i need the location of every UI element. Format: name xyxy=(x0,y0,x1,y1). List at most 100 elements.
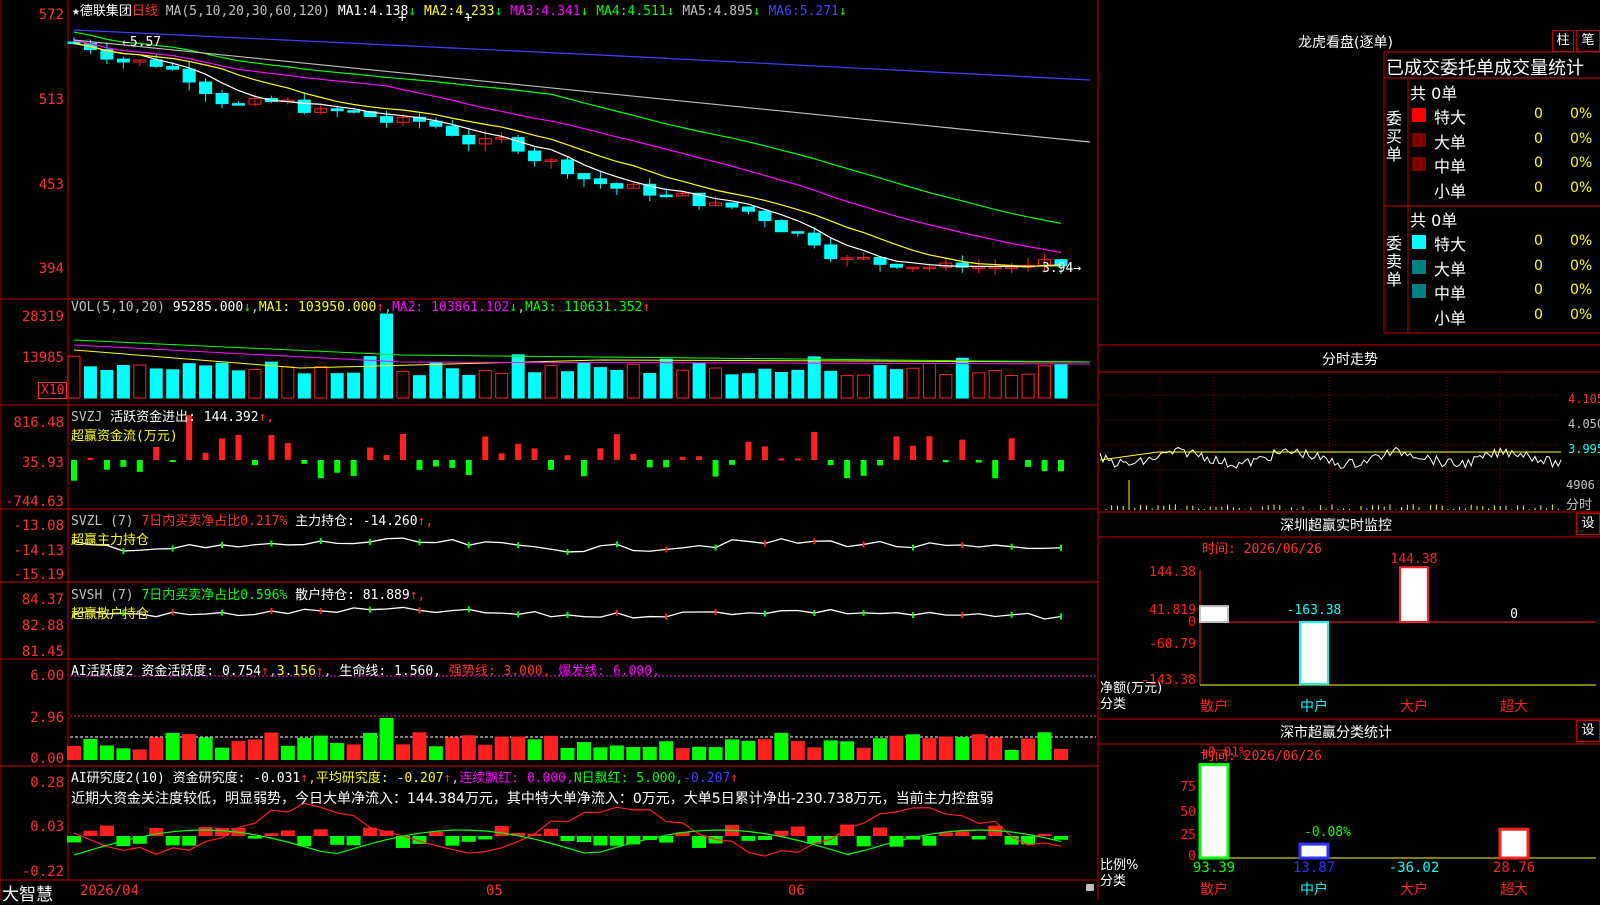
research-bar xyxy=(99,825,114,836)
candle xyxy=(116,58,130,63)
candle xyxy=(824,244,838,260)
period-label[interactable]: 日线 xyxy=(132,4,158,19)
svzl-axis-label: -14.13 xyxy=(13,543,64,559)
order-row: 大单 0 0% xyxy=(1410,129,1600,152)
sell-side-label: 委卖单 xyxy=(1386,234,1403,289)
research-bar xyxy=(330,836,345,845)
research-bar xyxy=(445,836,460,846)
svzl-panel-header: SVZL (7) 7日内买卖净占比0.217% 主力持仓: -14.260↑, … xyxy=(71,510,433,548)
monitor-bar-label: -163.38 xyxy=(1287,603,1342,618)
volume-bar xyxy=(199,365,213,399)
volume-bar xyxy=(100,370,114,399)
tick-mark xyxy=(517,542,520,549)
candle xyxy=(67,41,81,45)
svsh-arrow: ↑, xyxy=(409,588,426,603)
flow-bar xyxy=(169,460,176,462)
monitor-settings-button[interactable]: 设 xyxy=(1576,513,1600,535)
activity-bar xyxy=(511,736,526,760)
flow-bar xyxy=(251,460,258,466)
date-label: 2026/04 xyxy=(80,883,140,899)
nday-red-value: 5.000, xyxy=(636,771,684,786)
sell-total: 共 0单 xyxy=(1410,211,1458,230)
tick-mark xyxy=(862,609,865,616)
svzl-text: 主力持仓: xyxy=(295,514,355,529)
candle xyxy=(297,99,311,113)
monitor-category: 超大 xyxy=(1500,699,1528,715)
tick-mode-button[interactable]: 笔 xyxy=(1576,30,1600,52)
volume-bar xyxy=(462,375,476,399)
flow-bar xyxy=(498,453,505,460)
ai2-value5: -0.207 xyxy=(683,771,731,786)
order-row-count: 0 xyxy=(1534,257,1543,274)
flow-bar xyxy=(515,443,522,460)
bar-mode-button[interactable]: 柱 xyxy=(1552,30,1574,52)
star-icon[interactable]: ★ xyxy=(72,4,80,19)
date-label: 06 xyxy=(788,883,805,899)
flow-bar xyxy=(564,455,571,460)
vol-ma xyxy=(73,339,1091,363)
monitor-category: 散户 xyxy=(1200,698,1228,715)
candle xyxy=(215,93,229,105)
activity-bar xyxy=(428,746,443,760)
flow-bar xyxy=(202,452,209,460)
color-swatch xyxy=(1412,108,1426,122)
monitor-time: 时间: 2026/06/26 xyxy=(1202,542,1322,557)
svzl-subtitle: 超赢主力持仓 xyxy=(71,533,150,548)
vol-ma1-label: MA1: xyxy=(258,300,291,315)
tick-mark xyxy=(961,541,964,548)
flow-bar xyxy=(745,441,752,460)
vol-ma3-label: MA3: xyxy=(525,300,557,315)
flow-bar xyxy=(580,460,587,477)
price-axis-label: 513 xyxy=(38,92,64,108)
svzl-value: -14.260 xyxy=(362,514,418,529)
ma5-label: MA5: xyxy=(682,4,714,19)
tick-mark xyxy=(566,611,569,618)
volume-bar xyxy=(791,369,805,399)
candle xyxy=(199,81,213,95)
ai1-axis-label: 6.00 xyxy=(30,668,64,684)
classify-settings-button[interactable]: 设 xyxy=(1576,720,1600,742)
volume-bar xyxy=(840,375,854,399)
volume-bar xyxy=(626,363,640,399)
volume-bar xyxy=(182,363,196,399)
classify-value-label: 28.76 xyxy=(1493,860,1535,876)
ma4-label: MA4: xyxy=(596,4,628,19)
lock-icon[interactable] xyxy=(1086,884,1094,891)
candle xyxy=(725,202,739,208)
volume-bar xyxy=(215,362,229,399)
flow-bar xyxy=(729,460,735,465)
order-row: 小单 0 0% xyxy=(1410,305,1600,328)
flow-bar xyxy=(383,455,390,460)
activity-bar xyxy=(544,735,559,760)
vol-ma2-label: MA2: xyxy=(391,300,424,315)
tick-mark xyxy=(813,610,816,617)
activity-bar xyxy=(280,745,295,760)
research-bar xyxy=(313,829,328,836)
tick-mark xyxy=(1010,543,1013,550)
intraday-price: 3.995 xyxy=(1568,442,1600,456)
avg-label: 平均研究度: xyxy=(315,771,389,786)
volume-bar xyxy=(857,374,871,399)
volume-bar xyxy=(955,357,969,399)
volume-bar xyxy=(1021,373,1035,399)
research-bar xyxy=(182,836,197,846)
volume-bar xyxy=(314,366,328,399)
color-swatch xyxy=(1412,259,1426,274)
ma-line xyxy=(73,39,1091,143)
cont-red-label: 连续飘红: xyxy=(459,771,520,786)
tick-mark xyxy=(615,609,618,616)
classify-value-label: -36.02 xyxy=(1389,860,1440,876)
volume-bar xyxy=(1038,365,1052,399)
flow-bar xyxy=(761,446,768,460)
volume-bar xyxy=(922,362,936,399)
activity-bar xyxy=(116,748,131,760)
buy-total: 共 0单 xyxy=(1410,84,1458,103)
ai1-value: 0.754 xyxy=(221,664,262,679)
volume-bar xyxy=(83,366,97,399)
strong-line-label: 强势线: xyxy=(448,664,496,679)
activity-bar xyxy=(922,738,937,760)
flow-bar xyxy=(679,456,686,460)
burst-line-value: 6.000, xyxy=(612,664,660,679)
candle xyxy=(807,232,821,246)
volume-bar xyxy=(988,370,1002,399)
